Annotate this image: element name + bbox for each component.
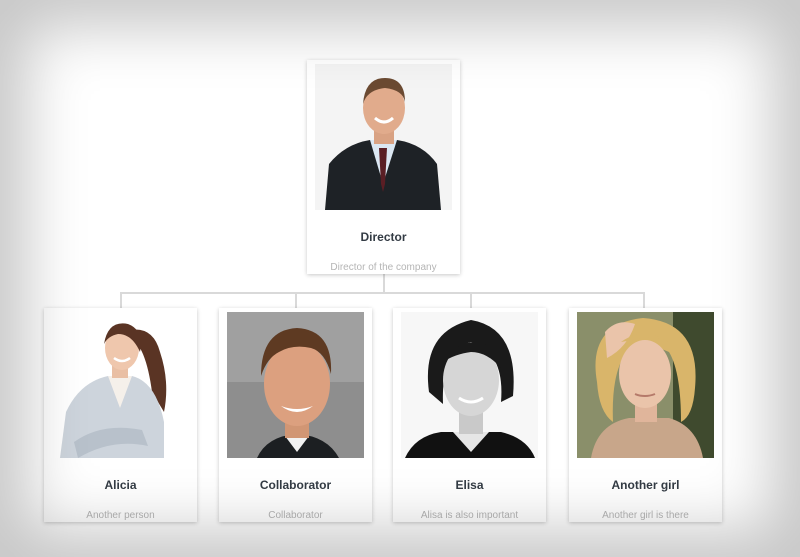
collaborator-role: Collaborator (268, 510, 323, 521)
connector-to-another-girl (643, 292, 645, 309)
another-girl-name: Another girl (611, 478, 680, 492)
org-card-collaborator[interactable]: Collaborator Collaborator (219, 308, 372, 522)
woman-business-portrait-icon (52, 312, 189, 458)
woman-dark-hair-portrait-icon (401, 312, 538, 458)
director-name: Director (360, 230, 407, 244)
connector-to-collaborator (295, 292, 297, 309)
collaborator-name: Collaborator (259, 478, 332, 492)
org-card-elisa[interactable]: Elisa Alisa is also important (393, 308, 546, 522)
another-girl-role: Another girl is there (602, 510, 689, 521)
org-card-director[interactable]: Director Director of the company (307, 60, 460, 274)
blonde-woman-portrait-icon (577, 312, 714, 458)
connector-to-elisa (470, 292, 472, 309)
elisa-name: Elisa (455, 478, 484, 492)
connector-to-alicia (120, 292, 122, 309)
young-man-portrait-icon (227, 312, 364, 458)
connector-director-down (383, 274, 385, 294)
alicia-role: Another person (86, 510, 155, 521)
org-card-alicia[interactable]: Alicia Another person (44, 308, 197, 522)
alicia-name: Alicia (104, 478, 137, 492)
director-role: Director of the company (330, 262, 437, 273)
elisa-role: Alisa is also important (420, 510, 519, 521)
org-card-another-girl[interactable]: Another girl Another girl is there (569, 308, 722, 522)
man-in-suit-portrait-icon (315, 64, 452, 210)
connector-horizontal (120, 292, 645, 294)
